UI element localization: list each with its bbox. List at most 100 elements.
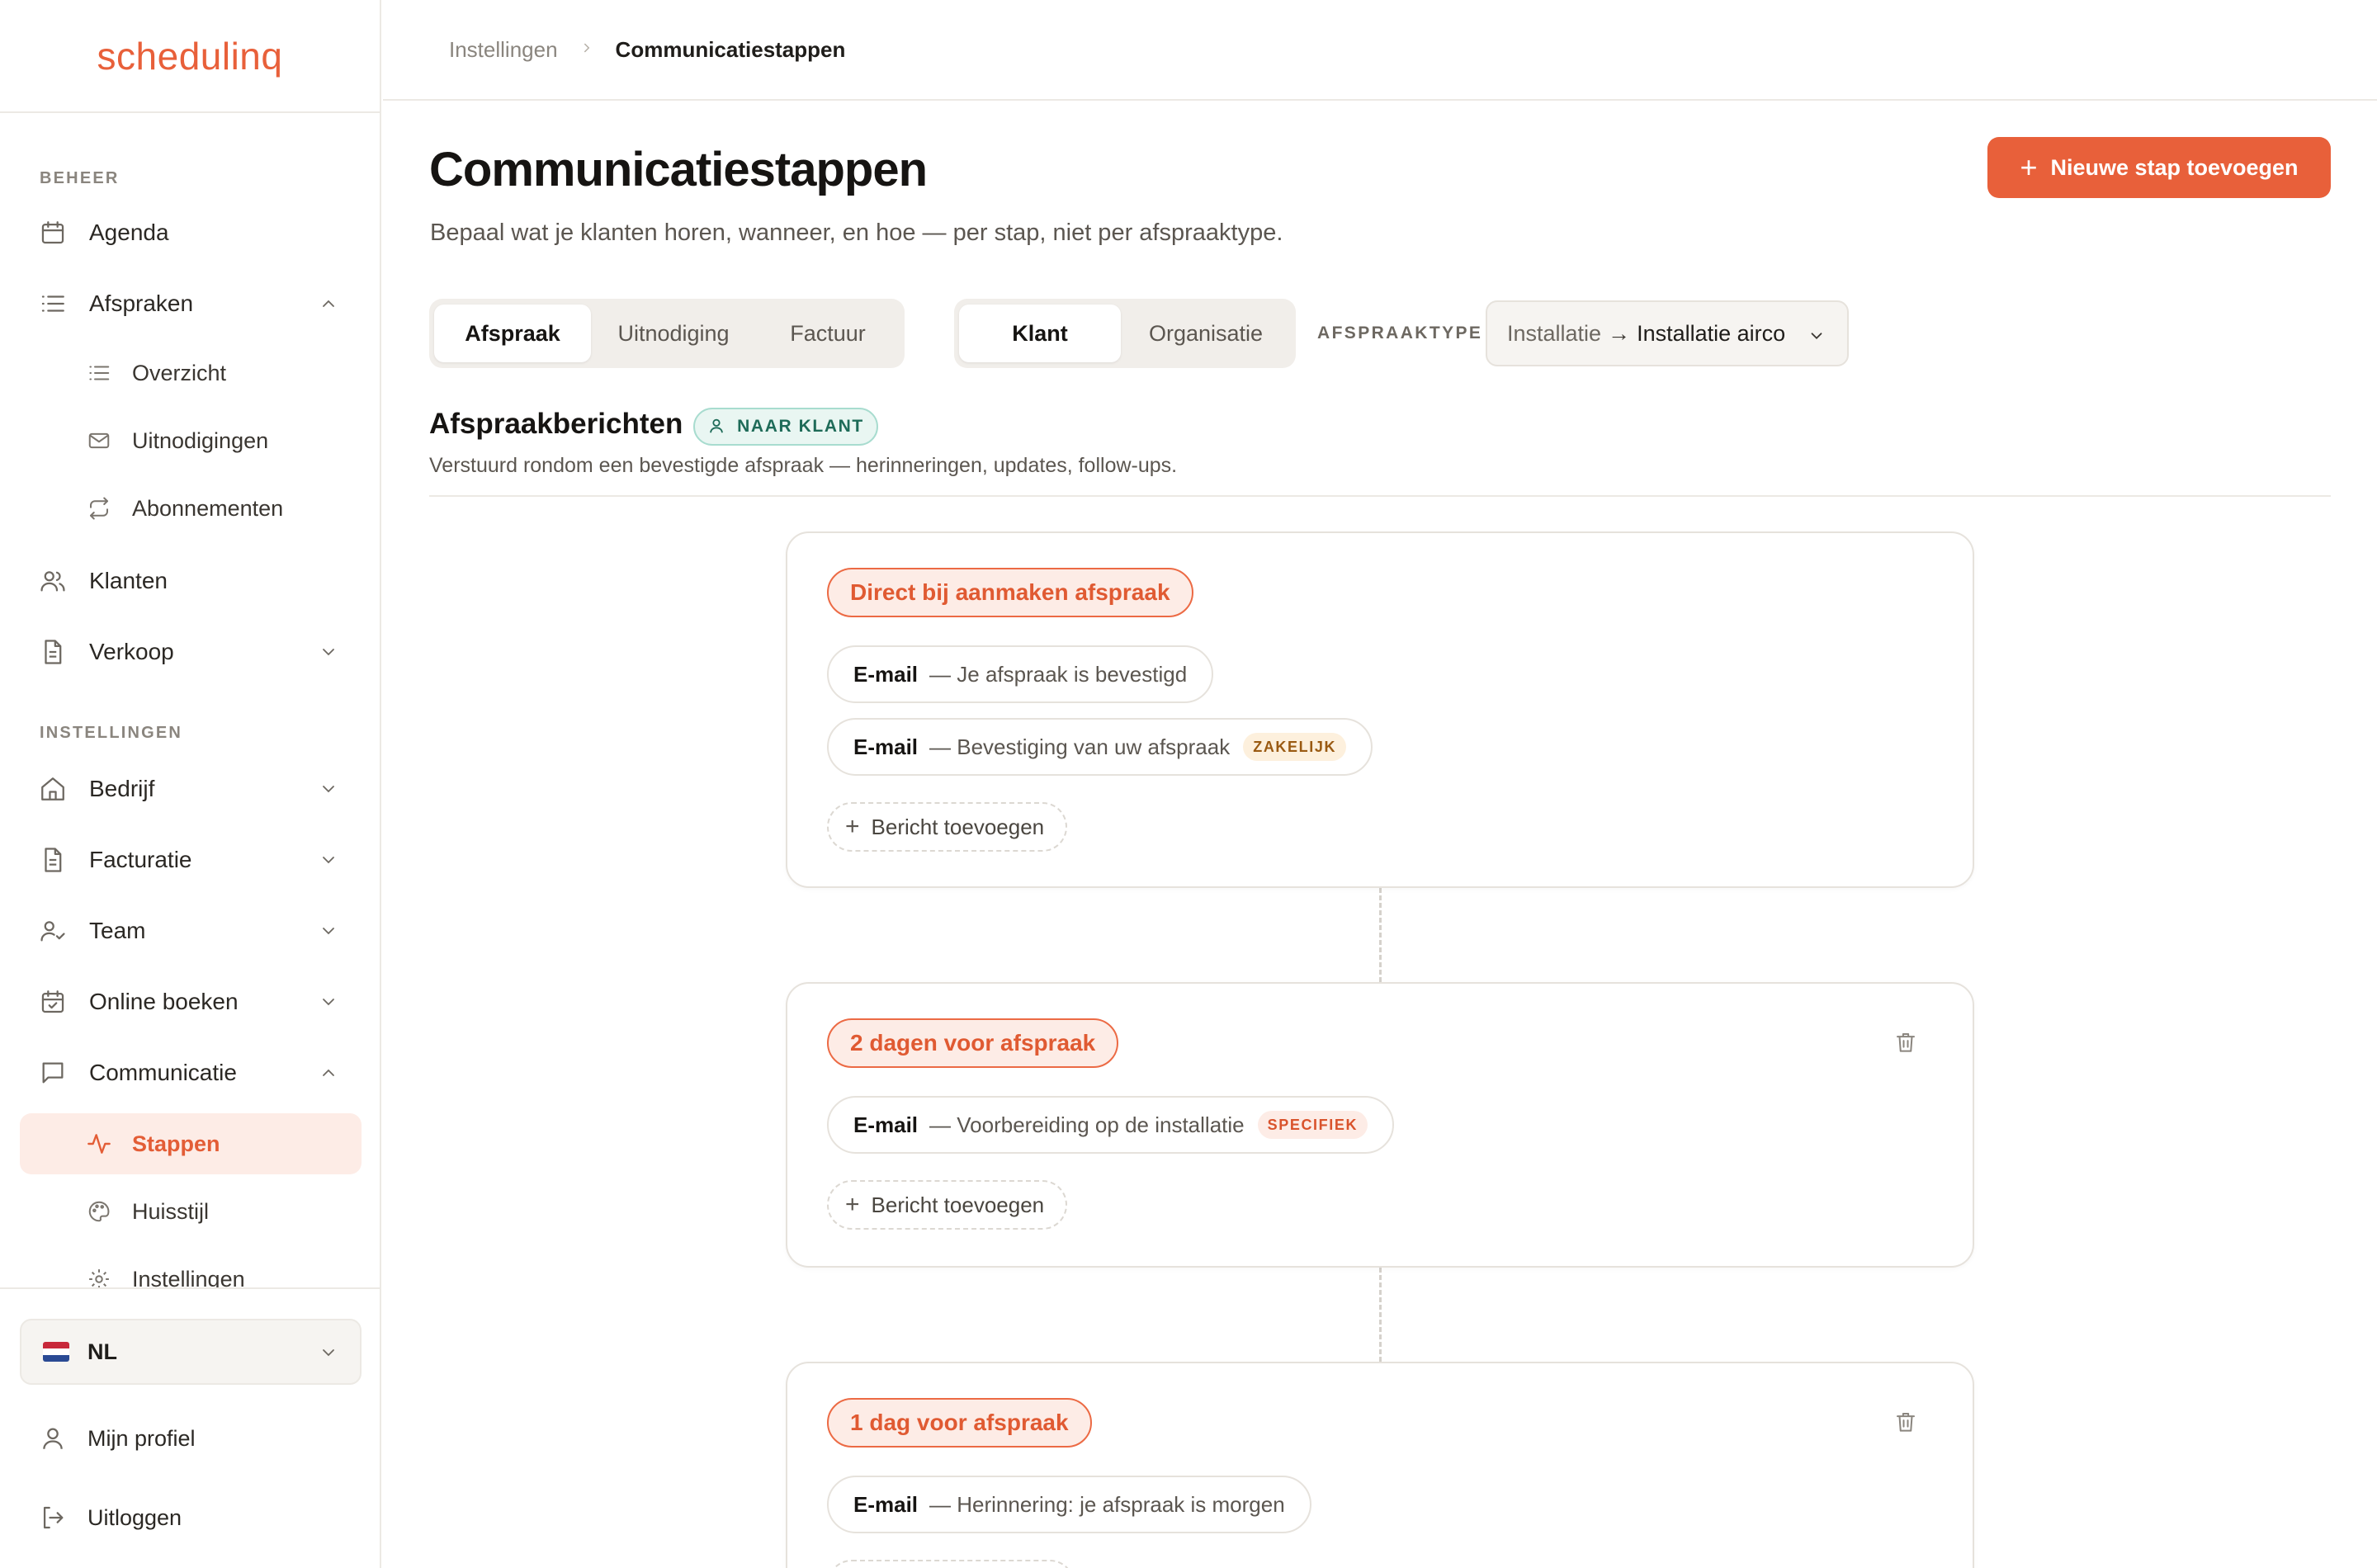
sidebar-item-label: Online boeken — [89, 989, 239, 1014]
message-tag: SPECIFIEK — [1257, 1111, 1368, 1139]
sidebar-item-team[interactable]: Team — [20, 900, 362, 961]
palette-icon — [86, 1198, 112, 1225]
sidebar-item-label: Klanten — [89, 568, 168, 593]
sidebar-item-stappen[interactable]: Stappen — [20, 1113, 362, 1174]
step-card: 1 dag voor afspraak E-mail — Herinnering… — [786, 1362, 1974, 1568]
breadcrumb-current: Communicatiestappen — [615, 36, 846, 62]
breadcrumb-parent[interactable]: Instellingen — [449, 37, 558, 63]
message-item[interactable]: E-mail — Herinnering: je afspraak is mor… — [827, 1476, 1311, 1533]
sidebar-item-verkoop[interactable]: Verkoop — [20, 621, 362, 682]
repeat-icon — [86, 495, 112, 522]
list-icon — [86, 360, 112, 386]
sidebar-item-label: Huisstijl — [132, 1198, 210, 1224]
sidebar-item-label: Bedrijf — [89, 776, 155, 801]
chevron-down-icon — [319, 641, 338, 661]
sidebar-item-label: Afspraken — [89, 290, 194, 316]
step-timing-badge[interactable]: 2 dagen voor afspraak — [827, 1018, 1119, 1068]
sidebar-item-facturatie[interactable]: Facturatie — [20, 829, 362, 890]
language-value: NL — [87, 1339, 117, 1364]
tab-organisatie[interactable]: Organisatie — [1121, 305, 1291, 362]
home-icon — [38, 774, 68, 804]
sidebar-item-afspraken[interactable]: Afspraken — [20, 273, 362, 334]
message-icon — [38, 1058, 68, 1088]
activity-icon — [86, 1131, 112, 1157]
message-channel: E-mail — [853, 661, 919, 687]
category-tabs: Afspraak Uitnodiging Factuur — [429, 299, 905, 368]
document-icon — [38, 637, 68, 667]
logout-icon — [38, 1503, 68, 1533]
message-channel: E-mail — [853, 1491, 919, 1517]
sidebar-item-uitnodigingen[interactable]: Uitnodigingen — [20, 410, 362, 471]
chevron-up-icon — [319, 1062, 338, 1082]
step-timing-badge[interactable]: 1 dag voor afspraak — [827, 1398, 1092, 1448]
add-message-button[interactable]: + Bericht toevoegen — [827, 1180, 1068, 1230]
audience-badge: NAAR KLANT — [693, 408, 878, 446]
sidebar-item-label: Stappen — [132, 1131, 220, 1156]
sidebar-item-label: Facturatie — [89, 847, 192, 872]
appointment-type-label: AFSPRAAKTYPE — [1317, 324, 1483, 342]
new-step-button[interactable]: + Nieuwe stap toevoegen — [1987, 137, 2331, 198]
appointment-type-select[interactable]: Installatie → Installatie airco — [1486, 300, 1849, 366]
add-message-label: Bericht toevoegen — [871, 1192, 1045, 1217]
trash-icon[interactable] — [1893, 1410, 1918, 1434]
sidebar-item-agenda[interactable]: Agenda — [20, 202, 362, 263]
chevron-down-icon — [319, 778, 338, 798]
arrow-right-icon: → — [1608, 320, 1631, 346]
chevron-down-icon — [1808, 325, 1826, 343]
sidebar-item-huisstijl[interactable]: Huisstijl — [20, 1181, 362, 1242]
sidebar-item-klanten[interactable]: Klanten — [20, 550, 362, 612]
plus-icon: + — [2020, 150, 2038, 184]
sidebar-footer: NL Mijn profiel Uitloggen — [0, 1287, 380, 1568]
trash-icon[interactable] — [1893, 1030, 1918, 1055]
plus-icon: + — [845, 813, 860, 840]
message-item[interactable]: E-mail — Voorbereiding op de installatie… — [827, 1096, 1395, 1154]
message-tag: ZAKELIJK — [1243, 733, 1347, 761]
step-connector — [1379, 1268, 1382, 1362]
message-channel: E-mail — [853, 734, 919, 759]
logout-link[interactable]: Uitloggen — [20, 1489, 362, 1547]
add-message-label: Bericht toevoegen — [871, 814, 1045, 839]
chevron-down-icon — [319, 920, 338, 940]
message-item[interactable]: E-mail — Je afspraak is bevestigd — [827, 645, 1214, 703]
audience-tabs: Klant Organisatie — [954, 299, 1296, 368]
message-item[interactable]: E-mail — Bevestiging van uw afspraak ZAK… — [827, 718, 1373, 776]
document-icon — [38, 845, 68, 875]
sidebar-item-label: Uitnodigingen — [132, 427, 269, 453]
chevron-up-icon — [319, 293, 338, 313]
sidebar-item-online-boeken[interactable]: Online boeken — [20, 971, 362, 1032]
profile-link[interactable]: Mijn profiel — [20, 1410, 362, 1467]
sidebar-item-instellingen[interactable]: Instellingen — [20, 1249, 362, 1287]
appointment-type-parent: Installatie — [1507, 320, 1602, 346]
chevron-right-icon — [579, 38, 594, 61]
message-subject: — Herinnering: je afspraak is morgen — [929, 1491, 1285, 1517]
sidebar-item-communicatie[interactable]: Communicatie — [20, 1042, 362, 1103]
section-title: Afspraakberichten — [429, 408, 683, 440]
add-message-button[interactable]: + Bericht toevoegen — [827, 802, 1068, 852]
sidebar-item-label: Abonnementen — [132, 495, 284, 521]
sidebar: schedulinq BEHEER Agenda Afspraken Overz… — [0, 0, 381, 1568]
tab-uitnodiging[interactable]: Uitnodiging — [591, 305, 756, 362]
sidebar-item-abonnementen[interactable]: Abonnementen — [20, 478, 362, 539]
gear-icon — [86, 1266, 112, 1287]
profile-label: Mijn profiel — [87, 1425, 196, 1451]
app-logo[interactable]: schedulinq — [97, 34, 283, 78]
step-timing-badge[interactable]: Direct bij aanmaken afspraak — [827, 568, 1193, 617]
add-message-button[interactable] — [827, 1560, 1075, 1568]
sidebar-item-label: Communicatie — [89, 1060, 237, 1085]
divider — [429, 495, 2331, 497]
users-icon — [38, 566, 68, 596]
main-content: Instellingen Communicatiestappen Communi… — [383, 0, 2377, 1568]
tab-afspraak[interactable]: Afspraak — [434, 305, 591, 362]
tab-factuur[interactable]: Factuur — [756, 305, 900, 362]
user-icon — [707, 417, 727, 437]
new-step-button-label: Nieuwe stap toevoegen — [2050, 154, 2299, 180]
message-subject: — Bevestiging van uw afspraak — [929, 734, 1231, 759]
language-select[interactable]: NL — [20, 1319, 362, 1385]
logout-label: Uitloggen — [87, 1504, 182, 1530]
sidebar-item-overzicht[interactable]: Overzicht — [20, 342, 362, 404]
step-card: 2 dagen voor afspraak E-mail — Voorberei… — [786, 982, 1974, 1268]
sidebar-item-bedrijf[interactable]: Bedrijf — [20, 758, 362, 819]
list-icon — [38, 289, 68, 319]
tab-klant[interactable]: Klant — [959, 305, 1121, 362]
sidebar-item-label: Team — [89, 918, 146, 943]
